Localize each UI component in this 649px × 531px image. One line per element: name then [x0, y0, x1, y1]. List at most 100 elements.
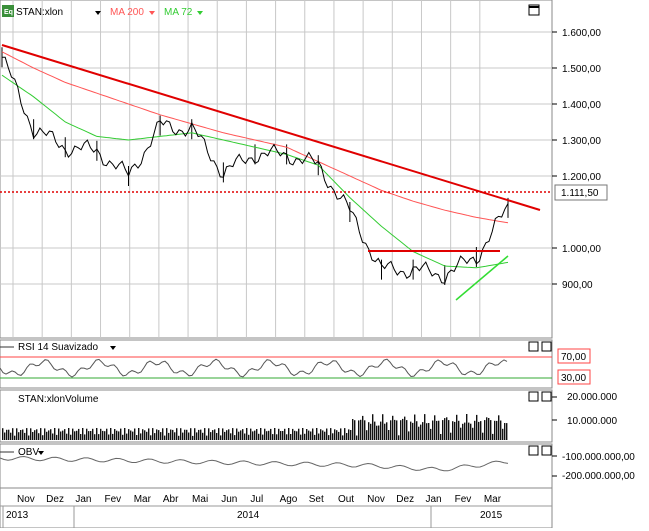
- volume-bar: [470, 423, 472, 440]
- volume-bar: [98, 434, 100, 440]
- volume-bar: [284, 428, 286, 440]
- symbol-label[interactable]: STAN:xlon: [16, 7, 63, 18]
- volume-bar: [188, 432, 190, 440]
- month-labels: Nov Dez Jan Fev Mar Abr Mai Jun Jul Ago Set Out Nov D…: [17, 494, 502, 505]
- volume-bar: [420, 424, 422, 440]
- ma200-label[interactable]: MA 200: [110, 7, 144, 18]
- volume-bar: [54, 428, 56, 440]
- volume-bar: [126, 433, 128, 440]
- volume-bar: [180, 428, 182, 440]
- volume-bar: [272, 434, 274, 440]
- volume-bar: [170, 429, 172, 440]
- volume-bar: [374, 421, 376, 440]
- volume-bar: [504, 423, 506, 440]
- volume-bar: [292, 428, 294, 440]
- volume-bar: [444, 418, 446, 440]
- maximize-volume-icon[interactable]: [528, 391, 539, 402]
- volume-bar: [356, 435, 358, 440]
- volume-bar: [486, 417, 488, 440]
- volume-bar: [164, 435, 166, 440]
- volume-bar: [368, 422, 370, 440]
- volume-bar: [96, 428, 98, 440]
- volume-bar: [252, 431, 254, 440]
- volume-bar: [244, 433, 246, 440]
- volume-bar: [424, 414, 426, 440]
- volume-bar: [278, 428, 280, 440]
- volume-bar: [366, 430, 368, 440]
- obv-tick-label: -200.000.000,00: [562, 471, 635, 482]
- volume-bar: [22, 429, 24, 440]
- volume-bar: [92, 428, 94, 440]
- rsi-label[interactable]: RSI 14 Suavizado: [18, 342, 98, 353]
- volume-bar: [380, 421, 382, 440]
- volume-bar: [442, 420, 444, 440]
- volume-bar: [116, 430, 118, 440]
- volume-bar: [150, 435, 152, 440]
- volume-bar: [88, 431, 90, 440]
- volume-bar: [492, 433, 494, 440]
- volume-bar: [378, 425, 380, 440]
- volume-bar: [386, 422, 388, 440]
- close-obv-icon[interactable]: [541, 445, 552, 456]
- volume-tick-label: 10.000.000: [567, 416, 617, 427]
- month-label: Mar: [484, 494, 502, 505]
- volume-bar: [64, 429, 66, 440]
- volume-bar: [42, 435, 44, 440]
- volume-bar: [10, 432, 12, 440]
- volume-bar: [56, 434, 58, 440]
- volume-bar: [44, 428, 46, 440]
- volume-bar: [446, 417, 448, 440]
- volume-bar: [4, 432, 6, 440]
- volume-bar: [448, 420, 450, 440]
- volume-bar: [330, 428, 332, 440]
- chart-window: 1.600,00 1.500,00 1.400,00 1.300,00 1.200,00…: [0, 0, 649, 529]
- volume-bar: [132, 431, 134, 440]
- volume-bar: [52, 433, 54, 440]
- volume-bar: [176, 428, 178, 440]
- volume-label[interactable]: STAN:xlonVolume: [18, 394, 99, 405]
- volume-bar: [410, 421, 412, 440]
- volume-bar: [154, 433, 156, 440]
- volume-bar: [32, 432, 34, 440]
- volume-bar: [354, 420, 356, 440]
- volume-bar: [260, 428, 262, 440]
- volume-bar: [76, 430, 78, 440]
- volume-bar: [402, 418, 404, 440]
- volume-bar: [48, 430, 50, 440]
- volume-bar: [58, 428, 60, 440]
- volume-bar: [84, 434, 86, 440]
- volume-bar: [310, 431, 312, 440]
- volume-bar: [428, 423, 430, 440]
- volume-bar: [12, 428, 14, 440]
- volume-bar: [270, 428, 272, 440]
- volume-bar: [220, 435, 222, 440]
- volume-bar: [50, 429, 52, 440]
- maximize-obv-icon[interactable]: [528, 445, 539, 456]
- close-rsi-icon[interactable]: [541, 341, 552, 352]
- price-tick-label: 1.400,00: [562, 100, 601, 111]
- volume-bar: [302, 428, 304, 440]
- year-label-2014: 2014: [237, 510, 260, 521]
- volume-bar: [134, 428, 136, 440]
- volume-bar: [128, 429, 130, 440]
- volume-bar: [16, 428, 18, 440]
- volume-bar: [104, 431, 106, 440]
- volume-bar: [290, 434, 292, 440]
- volume-bar: [168, 432, 170, 440]
- volume-bar: [38, 433, 40, 440]
- price-tick-label: 1.300,00: [562, 136, 601, 147]
- volume-bar: [332, 433, 334, 440]
- volume-bar: [142, 429, 144, 440]
- volume-bar: [338, 431, 340, 440]
- volume-bar: [438, 420, 440, 440]
- volume-bar: [266, 431, 268, 440]
- volume-bar: [324, 431, 326, 440]
- maximize-rsi-icon[interactable]: [528, 341, 539, 352]
- volume-bar: [460, 427, 462, 440]
- obv-label[interactable]: OBV: [18, 447, 39, 458]
- rsi-upper-label: 70,00: [561, 352, 586, 363]
- ma72-label[interactable]: MA 72: [164, 7, 193, 18]
- close-volume-icon[interactable]: [541, 391, 552, 402]
- volume-bar: [234, 435, 236, 440]
- volume-bar: [484, 420, 486, 440]
